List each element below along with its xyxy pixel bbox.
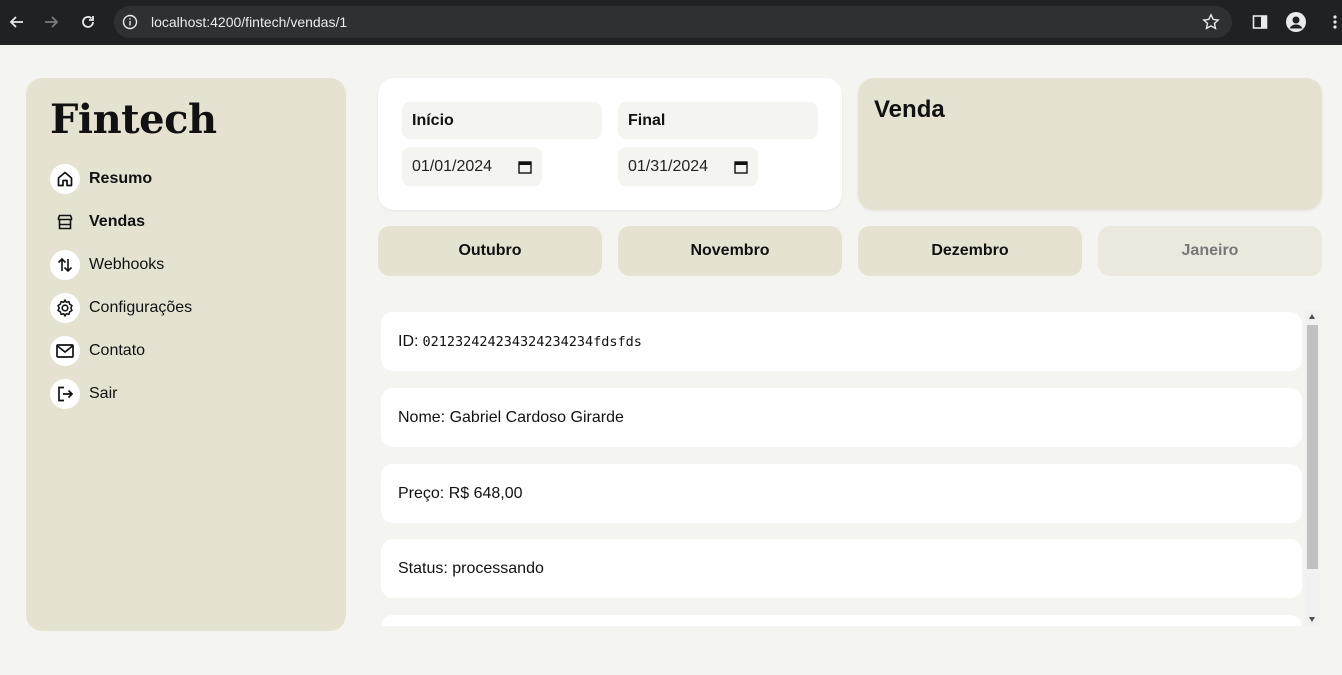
sale-detail-list[interactable]: ID: 021232424234324234234fdsfds Nome: Ga… [378, 310, 1322, 626]
side-panel-button[interactable] [1249, 11, 1271, 33]
site-info-icon[interactable] [122, 14, 138, 30]
calendar-icon[interactable] [734, 160, 748, 174]
month-button-janeiro[interactable]: Janeiro [1098, 226, 1322, 276]
sale-nome-text: Nome: Gabriel Cardoso Girarde [398, 408, 624, 426]
mail-icon [50, 336, 80, 366]
month-button-novembro[interactable]: Novembro [618, 226, 842, 276]
start-date-value: 01/01/2024 [412, 157, 493, 175]
app-logo[interactable]: Fintech [50, 96, 217, 143]
browser-menu-button[interactable] [1324, 11, 1342, 33]
sidebar-item-label: Configurações [89, 299, 193, 316]
end-date-label: Final [618, 102, 818, 139]
start-date-input[interactable]: 01/01/2024 [402, 147, 542, 186]
reload-icon [82, 16, 94, 28]
home-icon [50, 164, 80, 194]
sidebar-item-label: Vendas [89, 213, 146, 230]
start-date-group: Início 01/01/2024 [402, 102, 602, 186]
gear-icon [50, 293, 80, 323]
end-date-value: 01/31/2024 [628, 157, 709, 175]
scroll-up-arrow-icon[interactable] [1309, 314, 1315, 319]
profile-button[interactable] [1285, 11, 1307, 33]
sale-id-row: ID: 021232424234324234234fdsfds [381, 312, 1302, 371]
sidebar-item-sair[interactable]: Sair [50, 379, 192, 409]
address-bar[interactable]: localhost:4200/fintech/vendas/1 [114, 6, 1232, 38]
month-button-dezembro[interactable]: Dezembro [858, 226, 1082, 276]
forward-button[interactable] [40, 11, 62, 33]
list-scrollbar[interactable] [1305, 310, 1320, 626]
sale-nome-row: Nome: Gabriel Cardoso Girarde [381, 388, 1302, 447]
scroll-down-arrow-icon[interactable] [1309, 617, 1315, 622]
logout-icon [50, 379, 80, 409]
sidebar: Fintech Resumo Vendas Webhooks Configura… [26, 78, 346, 631]
sidebar-item-webhooks[interactable]: Webhooks [50, 250, 192, 280]
forward-arrow-icon [45, 16, 59, 28]
avatar-icon [1286, 12, 1306, 32]
start-date-label: Início [402, 102, 602, 139]
sidebar-item-resumo[interactable]: Resumo [50, 164, 192, 194]
sidebar-item-contato[interactable]: Contato [50, 336, 192, 366]
sidebar-item-label: Webhooks [89, 256, 165, 273]
list-item [381, 615, 1302, 626]
side-panel-icon [1252, 15, 1268, 29]
store-icon [50, 207, 80, 237]
sidebar-nav: Resumo Vendas Webhooks Configurações Con… [50, 164, 192, 422]
arrows-icon [50, 250, 80, 280]
sale-id-label: ID: [398, 332, 419, 350]
back-button[interactable] [6, 11, 28, 33]
back-arrow-icon [9, 16, 23, 28]
sidebar-item-label: Sair [89, 385, 118, 402]
sale-status-text: Status: processando [398, 559, 544, 577]
sidebar-item-configuracoes[interactable]: Configurações [50, 293, 192, 323]
venda-title: Venda [874, 96, 945, 123]
end-date-input[interactable]: 01/31/2024 [618, 147, 758, 186]
sidebar-item-label: Contato [89, 342, 146, 359]
sidebar-item-label: Resumo [89, 170, 153, 187]
bookmark-star-icon[interactable] [1202, 13, 1220, 31]
date-range-card: Início 01/01/2024 Final 01/31/2024 [378, 78, 842, 210]
venda-panel: Venda [858, 78, 1322, 210]
browser-toolbar: localhost:4200/fintech/vendas/1 [0, 0, 1342, 45]
end-date-group: Final 01/31/2024 [618, 102, 818, 186]
sale-status-row: Status: processando [381, 539, 1302, 598]
sale-id-value: 021232424234324234234fdsfds [422, 333, 642, 350]
url-text: localhost:4200/fintech/vendas/1 [151, 14, 348, 30]
sale-preco-text: Preço: R$ 648,00 [398, 484, 523, 502]
reload-button[interactable] [77, 11, 99, 33]
scroll-thumb[interactable] [1307, 325, 1318, 569]
sale-preco-row: Preço: R$ 648,00 [381, 464, 1302, 523]
month-button-outubro[interactable]: Outubro [378, 226, 602, 276]
calendar-icon[interactable] [518, 160, 532, 174]
kebab-menu-icon [1333, 15, 1337, 29]
sidebar-item-vendas[interactable]: Vendas [50, 207, 192, 237]
